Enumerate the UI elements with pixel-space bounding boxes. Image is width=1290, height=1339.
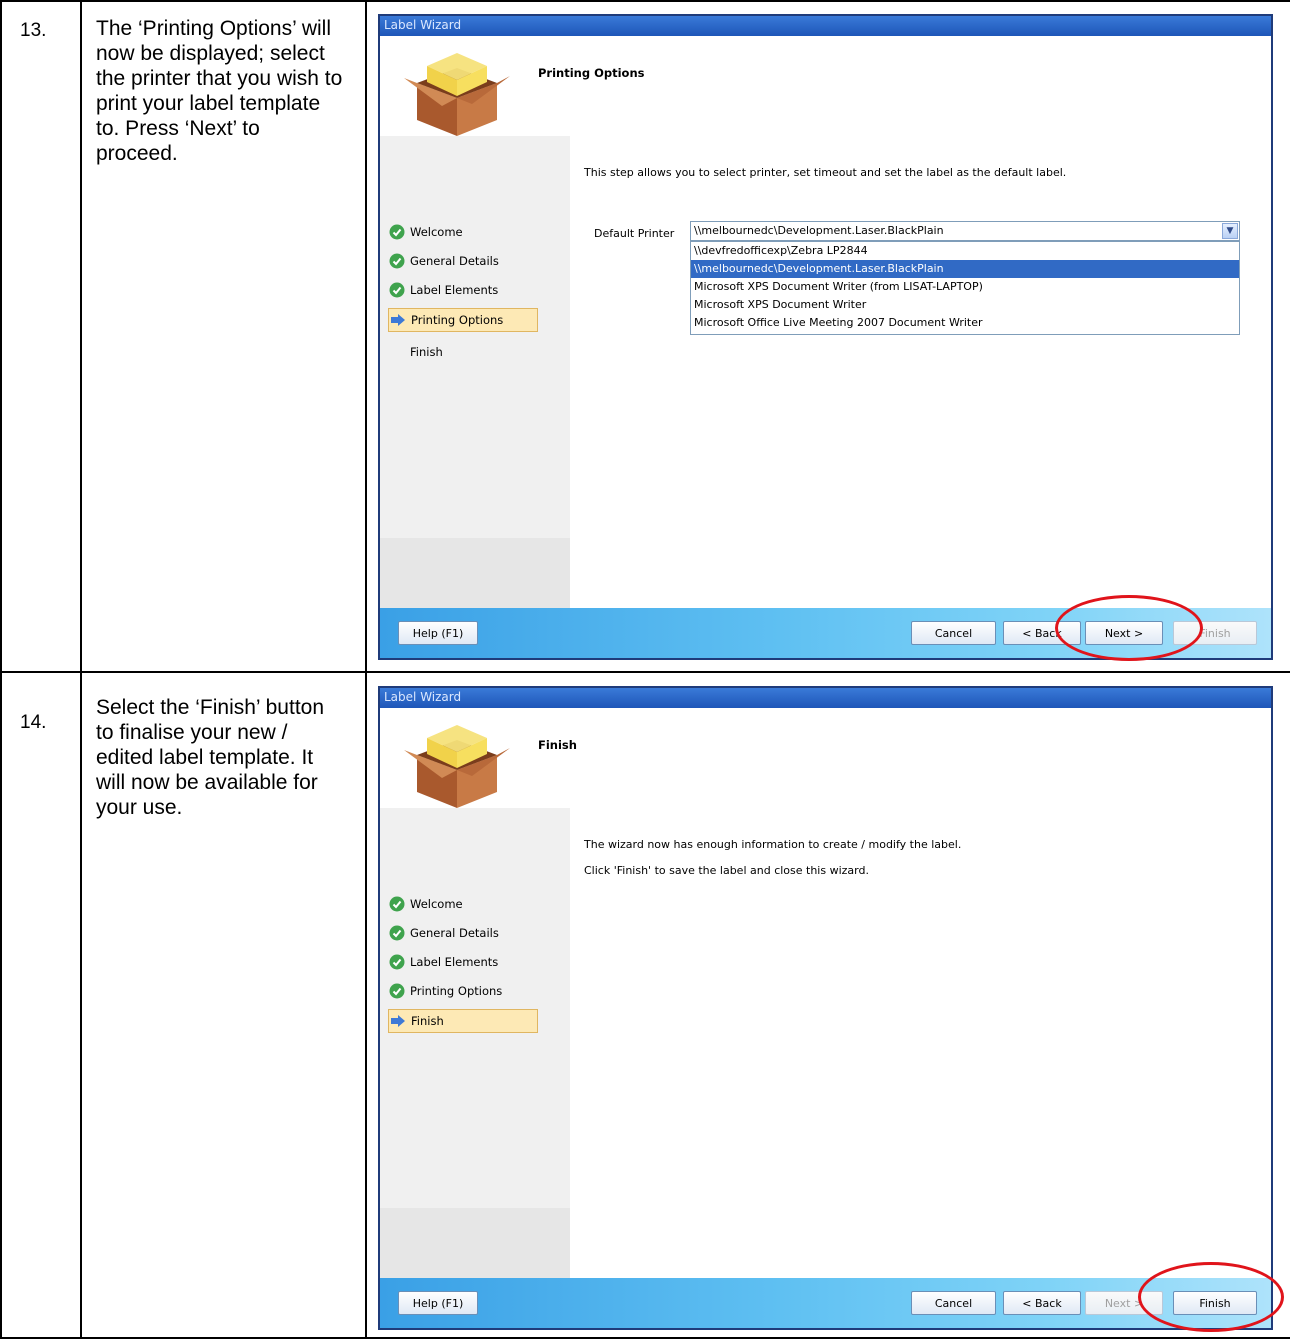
pane-lower-area [380,538,570,608]
nav-item-label-elements[interactable]: Label Elements [388,278,538,302]
package-box-icon [404,725,510,808]
help-button[interactable]: Help (F1) [398,1291,478,1315]
package-box-icon [404,53,510,136]
highlight-ellipse-next [1055,595,1203,661]
nav-item-welcome[interactable]: Welcome [388,220,538,244]
printer-option[interactable]: Microsoft XPS Document Writer (from LISA… [691,278,1239,296]
check-icon [388,223,406,241]
wizard-header: Printing Options [380,36,1271,136]
nav-item-general-details[interactable]: General Details [388,921,538,945]
check-icon [388,281,406,299]
step-description: This step allows you to select printer, … [584,166,1067,179]
check-icon [388,924,406,942]
nav-item-label: Label Elements [410,283,499,297]
nav-item-label: Finish [411,1014,444,1028]
check-icon [388,252,406,270]
nav-item-label: General Details [410,254,499,268]
window-title: Label Wizard [384,690,462,704]
label-wizard-window: Label Wizard Printing Options Welcome Ge… [378,14,1273,660]
nav-item-finish[interactable]: Finish [388,1009,538,1033]
default-printer-label: Default Printer [594,227,675,240]
finish-info-line: The wizard now has enough information to… [584,838,962,851]
arrow-right-icon [389,1012,407,1030]
nav-item-printing-options[interactable]: Printing Options [388,979,538,1003]
printer-option[interactable]: \\devfredofficexp\Zebra LP2844 [691,242,1239,260]
table-border-left [0,0,2,1339]
nav-item-label-elements[interactable]: Label Elements [388,950,538,974]
step-instructions: Select the ‘Finish’ button to finalise y… [96,696,325,819]
wizard-content: The wizard now has enough information to… [570,808,1271,1278]
nav-item-label: Printing Options [410,984,503,998]
highlight-ellipse-finish [1138,1262,1284,1332]
back-button[interactable]: < Back [1003,1291,1081,1315]
label-wizard-window: Label Wizard Finish Welcome General Deta… [378,686,1273,1330]
help-button[interactable]: Help (F1) [398,621,478,645]
page-title: Finish [538,738,577,752]
wizard-content: This step allows you to select printer, … [570,136,1271,608]
nav-item-label: Welcome [410,225,463,239]
pane-lower-area [380,1208,570,1278]
title-bar: Label Wizard [380,16,1271,36]
wizard-steps-pane: Welcome General Details Label Elements P… [380,136,570,608]
nav-item-label: Welcome [410,897,463,911]
nav-item-finish[interactable]: Finish [388,340,538,364]
window-title: Label Wizard [384,18,462,32]
selected-printer-value: \\melbournedc\Development.Laser.BlackPla… [694,224,944,237]
arrow-right-icon [389,311,407,329]
page-title: Printing Options [538,66,645,80]
nav-item-welcome[interactable]: Welcome [388,892,538,916]
chevron-down-icon[interactable]: ▼ [1222,223,1238,239]
nav-item-label: General Details [410,926,499,940]
wizard-steps-pane: Welcome General Details Label Elements P… [380,808,570,1278]
printer-option[interactable]: Microsoft Office Live Meeting 2007 Docum… [691,314,1239,332]
nav-item-general-details[interactable]: General Details [388,249,538,273]
table-col-divider [80,0,82,1339]
nav-item-label: Finish [410,345,443,359]
step-instructions: The ‘Printing Options’ will now be displ… [96,17,343,165]
nav-item-printing-options[interactable]: Printing Options [388,308,538,332]
wizard-footer: Help (F1) Cancel < Back Next > Finish [380,1278,1271,1328]
default-printer-select[interactable]: \\melbournedc\Development.Laser.BlackPla… [690,221,1240,241]
table-border-top [0,0,1290,2]
printer-option-selected[interactable]: \\melbournedc\Development.Laser.BlackPla… [691,260,1239,278]
nav-item-label: Printing Options [411,313,504,327]
printer-dropdown-list: \\devfredofficexp\Zebra LP2844 \\melbour… [690,241,1240,335]
step-number: 14. [20,712,47,733]
printer-option[interactable]: Microsoft XPS Document Writer [691,296,1239,314]
table-col-divider-2 [365,0,367,1339]
step-number: 13. [20,20,47,41]
cancel-button[interactable]: Cancel [911,621,996,645]
check-icon [388,953,406,971]
table-row-divider [0,671,1290,673]
check-icon [388,895,406,913]
nav-item-label: Label Elements [410,955,499,969]
check-icon [388,982,406,1000]
wizard-header: Finish [380,708,1271,808]
finish-instruction-line: Click 'Finish' to save the label and clo… [584,864,869,877]
title-bar: Label Wizard [380,688,1271,708]
cancel-button[interactable]: Cancel [911,1291,996,1315]
